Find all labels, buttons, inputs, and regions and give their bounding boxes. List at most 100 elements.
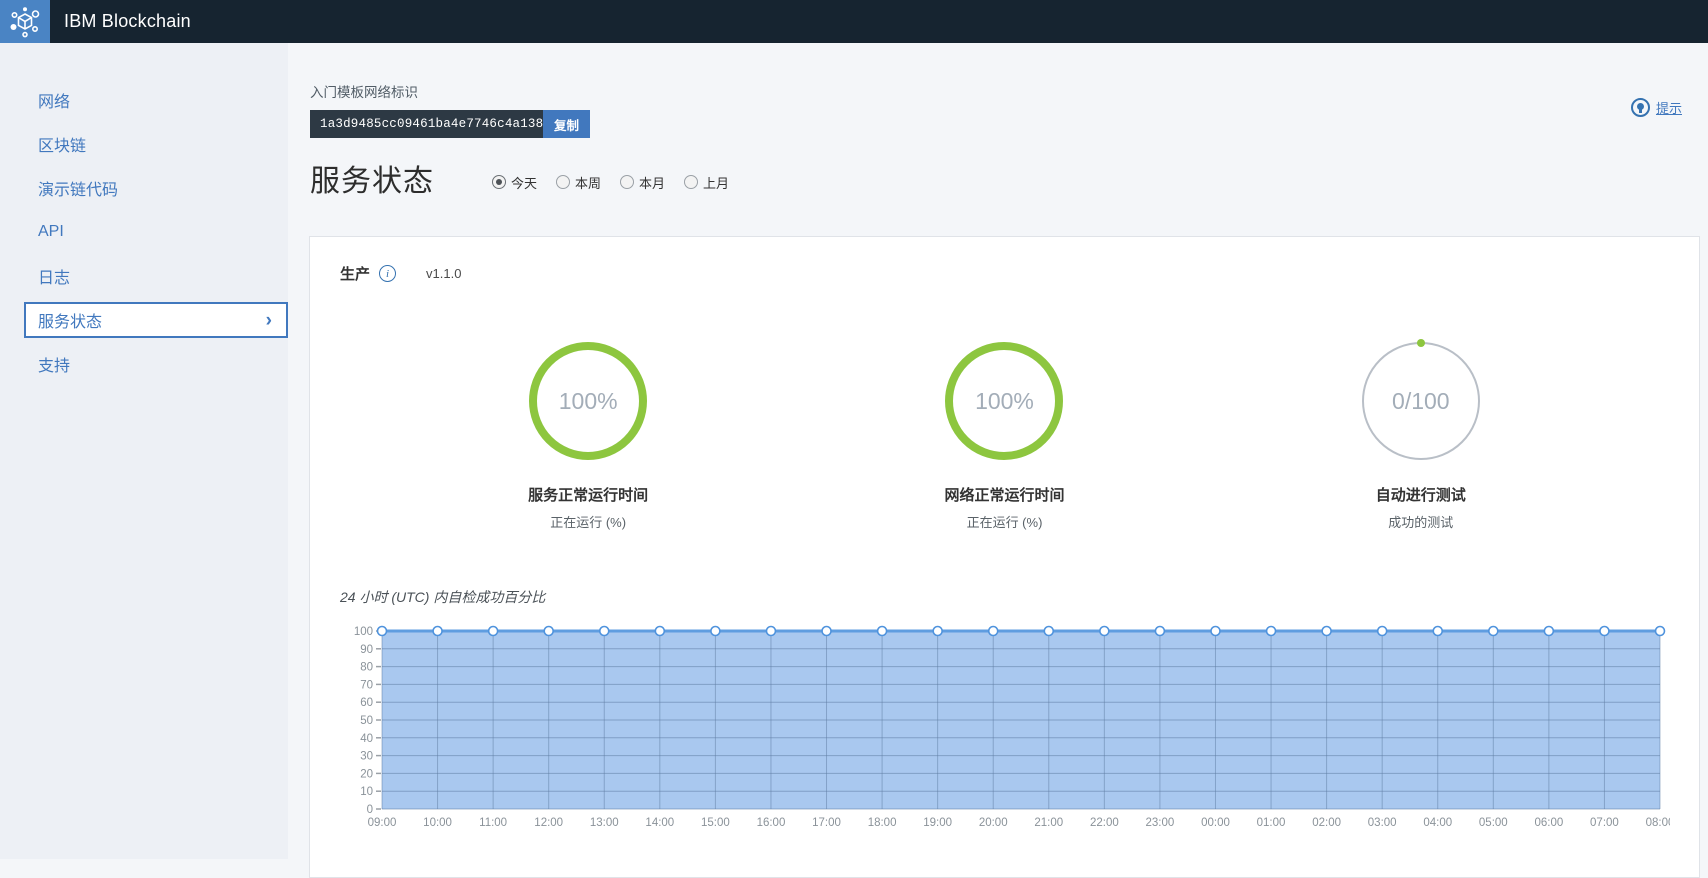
radio-icon[interactable] bbox=[556, 175, 570, 189]
info-icon[interactable]: i bbox=[379, 265, 396, 282]
top-section: 入门模板网络标识 1a3d9485cc09461ba4e7746c4a13895… bbox=[288, 43, 1708, 200]
data-point-marker bbox=[489, 627, 498, 636]
network-id-label: 入门模板网络标识 bbox=[310, 81, 1700, 101]
x-tick-label: 07:00 bbox=[1590, 817, 1619, 829]
page-title: 服务状态 bbox=[310, 156, 434, 200]
time-filter-option-3[interactable]: 上月 bbox=[684, 173, 729, 192]
chart-title: 24 小时 (UTC) 内自检成功百分比 bbox=[340, 587, 1669, 607]
app-header: IBM Blockchain bbox=[0, 0, 1708, 43]
time-filter-label: 本月 bbox=[639, 173, 665, 192]
data-point-marker bbox=[1322, 627, 1331, 636]
sidebar-item-logs[interactable]: 日志 bbox=[0, 254, 288, 298]
selfcheck-area-chart: 010203040506070809010009:0010:0011:0012:… bbox=[340, 623, 1669, 841]
data-point-marker bbox=[1544, 627, 1553, 636]
sidebar-item-support[interactable]: 支持 bbox=[0, 342, 288, 386]
gauge-title: 服务正常运行时间 bbox=[438, 484, 738, 505]
radio-icon[interactable] bbox=[684, 175, 698, 189]
x-tick-label: 08:00 bbox=[1646, 817, 1670, 829]
x-tick-label: 17:00 bbox=[812, 817, 841, 829]
gauge-1: 100% 网络正常运行时间正在运行 (%) bbox=[854, 342, 1154, 531]
x-tick-label: 14:00 bbox=[645, 817, 674, 829]
radio-selected-icon[interactable] bbox=[492, 175, 506, 189]
sidebar-item-blockchain[interactable]: 区块链 bbox=[0, 122, 288, 166]
gauge-2: 0/100自动进行测试成功的测试 bbox=[1271, 342, 1571, 531]
data-point-marker bbox=[1155, 627, 1164, 636]
sidebar-item-label: 区块链 bbox=[38, 132, 86, 156]
y-tick-label: 90 bbox=[360, 644, 373, 656]
y-tick-label: 20 bbox=[360, 768, 373, 780]
x-tick-label: 09:00 bbox=[368, 817, 397, 829]
network-id-value: 1a3d9485cc09461ba4e7746c4a138959 bbox=[310, 110, 543, 138]
data-point-marker bbox=[1378, 627, 1387, 636]
blockchain-cube-icon bbox=[8, 5, 42, 39]
y-tick-label: 0 bbox=[367, 804, 373, 816]
time-filter-label: 今天 bbox=[511, 173, 537, 192]
environment-label: 生产 bbox=[340, 263, 370, 284]
sidebar-nav: 网络区块链演示链代码 API日志服务状态 › 支持 bbox=[0, 43, 288, 386]
x-tick-label: 22:00 bbox=[1090, 817, 1119, 829]
gauge-ring: 0/100 bbox=[1362, 342, 1480, 460]
x-tick-label: 21:00 bbox=[1034, 817, 1063, 829]
x-tick-label: 01:00 bbox=[1257, 817, 1286, 829]
x-tick-label: 05:00 bbox=[1479, 817, 1508, 829]
x-tick-label: 18:00 bbox=[868, 817, 897, 829]
radio-icon[interactable] bbox=[620, 175, 634, 189]
gauge-value: 100% bbox=[975, 388, 1034, 415]
y-tick-label: 30 bbox=[360, 751, 373, 763]
x-tick-label: 12:00 bbox=[534, 817, 563, 829]
version-label: v1.1.0 bbox=[426, 266, 461, 281]
main-content: 入门模板网络标识 1a3d9485cc09461ba4e7746c4a13895… bbox=[288, 43, 1708, 859]
sidebar-item-demo-chaincode[interactable]: 演示链代码 bbox=[0, 166, 288, 210]
data-point-marker bbox=[1656, 627, 1665, 636]
y-tick-label: 40 bbox=[360, 733, 373, 745]
data-point-marker bbox=[1100, 627, 1109, 636]
y-tick-label: 10 bbox=[360, 786, 373, 798]
chart-svg: 010203040506070809010009:0010:0011:0012:… bbox=[340, 623, 1670, 841]
x-tick-label: 03:00 bbox=[1368, 817, 1397, 829]
time-filter-option-1[interactable]: 本周 bbox=[556, 173, 601, 192]
gauges-row: 100%服务正常运行时间正在运行 (%)100%网络正常运行时间正在运行 (%)… bbox=[310, 342, 1699, 531]
sidebar-item-label: 演示链代码 bbox=[38, 176, 118, 200]
x-tick-label: 06:00 bbox=[1534, 817, 1563, 829]
data-point-marker bbox=[1267, 627, 1276, 636]
tips-link[interactable]: 提示 bbox=[1631, 98, 1682, 117]
data-point-marker bbox=[433, 627, 442, 636]
time-filter-group: 今天本周 本月上月 bbox=[492, 173, 729, 192]
data-point-marker bbox=[600, 627, 609, 636]
time-filter-option-2[interactable]: 本月 bbox=[620, 173, 665, 192]
chevron-right-icon: › bbox=[266, 311, 272, 330]
gauge-ring: 100% bbox=[529, 342, 647, 460]
data-point-marker bbox=[1044, 627, 1053, 636]
y-tick-label: 100 bbox=[354, 626, 373, 638]
sidebar-item-label: 服务状态 bbox=[38, 308, 102, 332]
lightbulb-icon bbox=[1631, 98, 1650, 117]
y-tick-label: 60 bbox=[360, 697, 373, 709]
sidebar-item-service-status[interactable]: 服务状态 › bbox=[24, 302, 288, 338]
data-point-marker bbox=[544, 627, 553, 636]
x-tick-label: 23:00 bbox=[1146, 817, 1175, 829]
time-filter-option-0[interactable]: 今天 bbox=[492, 173, 537, 192]
ibm-blockchain-logo bbox=[0, 0, 50, 43]
gauge-subtitle: 成功的测试 bbox=[1271, 512, 1571, 531]
sidebar-item-api[interactable]: API bbox=[0, 210, 288, 254]
y-tick-label: 80 bbox=[360, 662, 373, 674]
gauge-value: 0/100 bbox=[1392, 388, 1450, 415]
y-tick-label: 70 bbox=[360, 679, 373, 691]
sidebar-item-label: 支持 bbox=[38, 352, 70, 376]
data-point-marker bbox=[1211, 627, 1220, 636]
gauge-0: 100% 服务正常运行时间正在运行 (%) bbox=[438, 342, 738, 531]
data-point-marker bbox=[989, 627, 998, 636]
x-tick-label: 19:00 bbox=[923, 817, 952, 829]
gauge-title: 网络正常运行时间 bbox=[854, 484, 1154, 505]
chart-block: 24 小时 (UTC) 内自检成功百分比 0102030405060708090… bbox=[340, 587, 1669, 841]
data-point-marker bbox=[878, 627, 887, 636]
data-point-marker bbox=[1489, 627, 1498, 636]
gauge-subtitle: 正在运行 (%) bbox=[854, 512, 1154, 531]
x-tick-label: 16:00 bbox=[757, 817, 786, 829]
data-point-marker bbox=[822, 627, 831, 636]
gauge-subtitle: 正在运行 (%) bbox=[438, 512, 738, 531]
copy-button[interactable]: 复制 bbox=[543, 110, 590, 138]
sidebar-item-network[interactable]: 网络 bbox=[0, 78, 288, 122]
data-point-marker bbox=[766, 627, 775, 636]
card-header: 生产 i v1.1.0 bbox=[310, 237, 1699, 284]
